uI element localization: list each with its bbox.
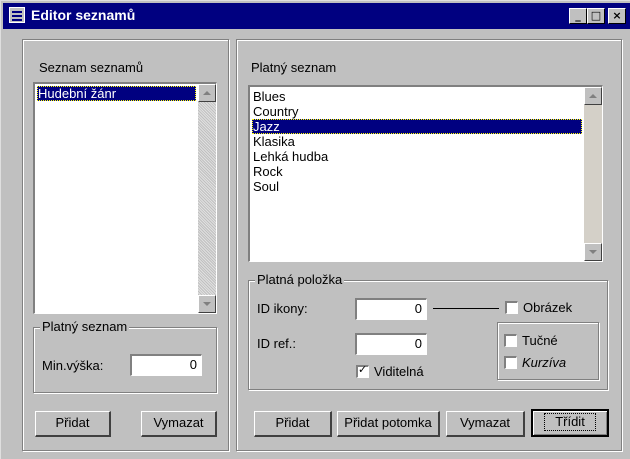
min-height-field[interactable]: 0 xyxy=(130,354,202,376)
list-item[interactable]: Soul xyxy=(252,179,582,194)
list-editor-icon xyxy=(9,7,25,23)
italic-label: Kurzíva xyxy=(522,355,567,370)
close-button[interactable]: × xyxy=(608,8,626,24)
minimize-button[interactable]: _ xyxy=(569,8,587,24)
valid-list-group: Platný seznam Min.výška: 0 xyxy=(33,319,217,393)
arrow-down-icon xyxy=(203,302,211,306)
sort-button-label: Třídit xyxy=(544,413,596,431)
delete-list-button[interactable]: Vymazat xyxy=(141,411,217,437)
scroll-down-button[interactable] xyxy=(198,295,216,313)
window-title: Editor seznamů xyxy=(31,7,136,23)
checkbox-box[interactable] xyxy=(504,334,517,347)
vertical-scrollbar[interactable] xyxy=(584,87,602,261)
list-item[interactable]: Rock xyxy=(252,164,582,179)
bold-checkbox[interactable]: Tučné xyxy=(504,333,558,348)
vertical-scrollbar[interactable] xyxy=(198,84,216,313)
valid-list[interactable]: Blues Country Jazz Klasika Lehká hudba Rock So… xyxy=(248,85,603,262)
maximize-button[interactable]: □ xyxy=(587,8,605,24)
list-item[interactable]: Hudební žánr xyxy=(37,86,196,101)
add-item-button[interactable]: Přidat xyxy=(254,411,332,437)
checkbox-box[interactable] xyxy=(504,356,517,369)
arrow-up-icon xyxy=(203,91,211,95)
checkbox-box[interactable] xyxy=(356,363,369,378)
scroll-up-button[interactable] xyxy=(198,84,216,102)
visible-checkbox[interactable]: Viditelná xyxy=(356,363,424,379)
valid-list-group-title: Platný seznam xyxy=(40,319,130,334)
picture-checkbox[interactable]: Obrázek xyxy=(505,300,572,315)
list-item[interactable]: Blues xyxy=(252,89,582,104)
editor-window: Editor seznamů _ □ × Seznam seznamů Hude… xyxy=(0,0,630,459)
list-item[interactable]: Lehká hudba xyxy=(252,149,582,164)
ref-id-field[interactable]: 0 xyxy=(355,333,427,355)
list-item[interactable]: Country xyxy=(252,104,582,119)
title-bar[interactable]: Editor seznamů _ □ × xyxy=(3,3,630,29)
arrow-up-icon xyxy=(589,94,597,98)
list-item[interactable]: Jazz xyxy=(252,119,582,134)
italic-checkbox[interactable]: Kurzíva xyxy=(504,355,566,370)
scroll-up-button[interactable] xyxy=(584,87,602,105)
left-panel: Seznam seznamů Hudební žánr Platný sezna… xyxy=(22,39,229,451)
picture-label: Obrázek xyxy=(523,300,573,315)
ref-id-label: ID ref.: xyxy=(257,336,297,351)
right-panel: Platný seznam Blues Country Jazz Klasika Leh… xyxy=(236,39,622,451)
sort-button[interactable]: Třídit xyxy=(531,409,609,437)
list-of-lists[interactable]: Hudební žánr xyxy=(33,82,217,314)
add-child-button[interactable]: Přidat potomka xyxy=(337,411,440,437)
visible-label: Viditelná xyxy=(374,364,424,379)
bold-label: Tučné xyxy=(522,333,558,348)
connector-line xyxy=(433,308,499,309)
valid-item-group: Platná položka ID ikony: 0 Obrázek ID re… xyxy=(248,272,608,390)
add-list-button[interactable]: Přidat xyxy=(35,411,111,437)
checkbox-box[interactable] xyxy=(505,301,518,314)
delete-item-button[interactable]: Vymazat xyxy=(446,411,525,437)
list-item[interactable]: Klasika xyxy=(252,134,582,149)
min-height-label: Min.výška: xyxy=(42,358,104,373)
arrow-down-icon xyxy=(589,250,597,254)
valid-item-group-title: Platná položka xyxy=(255,272,345,287)
icon-id-label: ID ikony: xyxy=(257,301,308,316)
list-of-lists-label: Seznam seznamů xyxy=(39,60,144,75)
font-style-group: Tučné Kurzíva xyxy=(497,322,599,380)
icon-id-field[interactable]: 0 xyxy=(355,298,427,320)
valid-list-label: Platný seznam xyxy=(251,60,337,75)
scroll-down-button[interactable] xyxy=(584,243,602,261)
